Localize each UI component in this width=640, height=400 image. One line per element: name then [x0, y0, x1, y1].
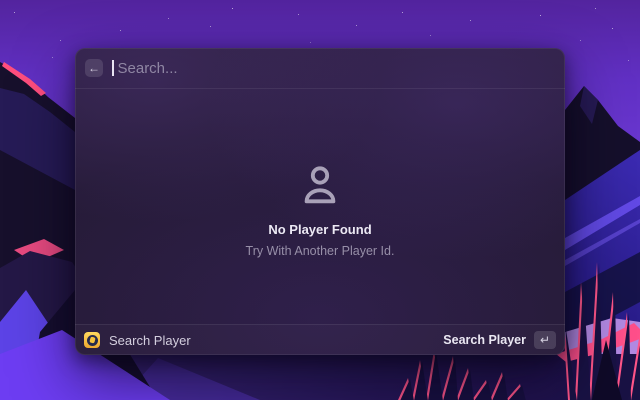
stars — [0, 0, 1, 1]
app-icon-circle — [87, 335, 98, 346]
return-key-icon: ↵ — [540, 334, 550, 346]
app-icon — [84, 332, 100, 348]
empty-state-subtitle: Try With Another Player Id. — [246, 244, 395, 258]
footer-app-label: Search Player — [109, 333, 191, 348]
empty-state-title: No Player Found — [268, 222, 371, 237]
app-icon-glyph — [89, 336, 95, 343]
enter-key-button[interactable]: ↵ — [534, 331, 556, 349]
search-player-action[interactable]: Search Player — [443, 333, 526, 347]
search-bar: ← — [75, 48, 565, 89]
search-input[interactable] — [116, 59, 556, 78]
search-player-window: ← No Player Found Try With Another Playe… — [75, 48, 565, 355]
footer-bar: Search Player Search Player ↵ — [75, 324, 565, 355]
text-caret — [112, 60, 114, 76]
back-button[interactable]: ← — [85, 59, 103, 77]
arrow-left-icon: ← — [88, 62, 100, 74]
person-icon — [297, 163, 343, 209]
empty-state: No Player Found Try With Another Player … — [75, 89, 565, 324]
